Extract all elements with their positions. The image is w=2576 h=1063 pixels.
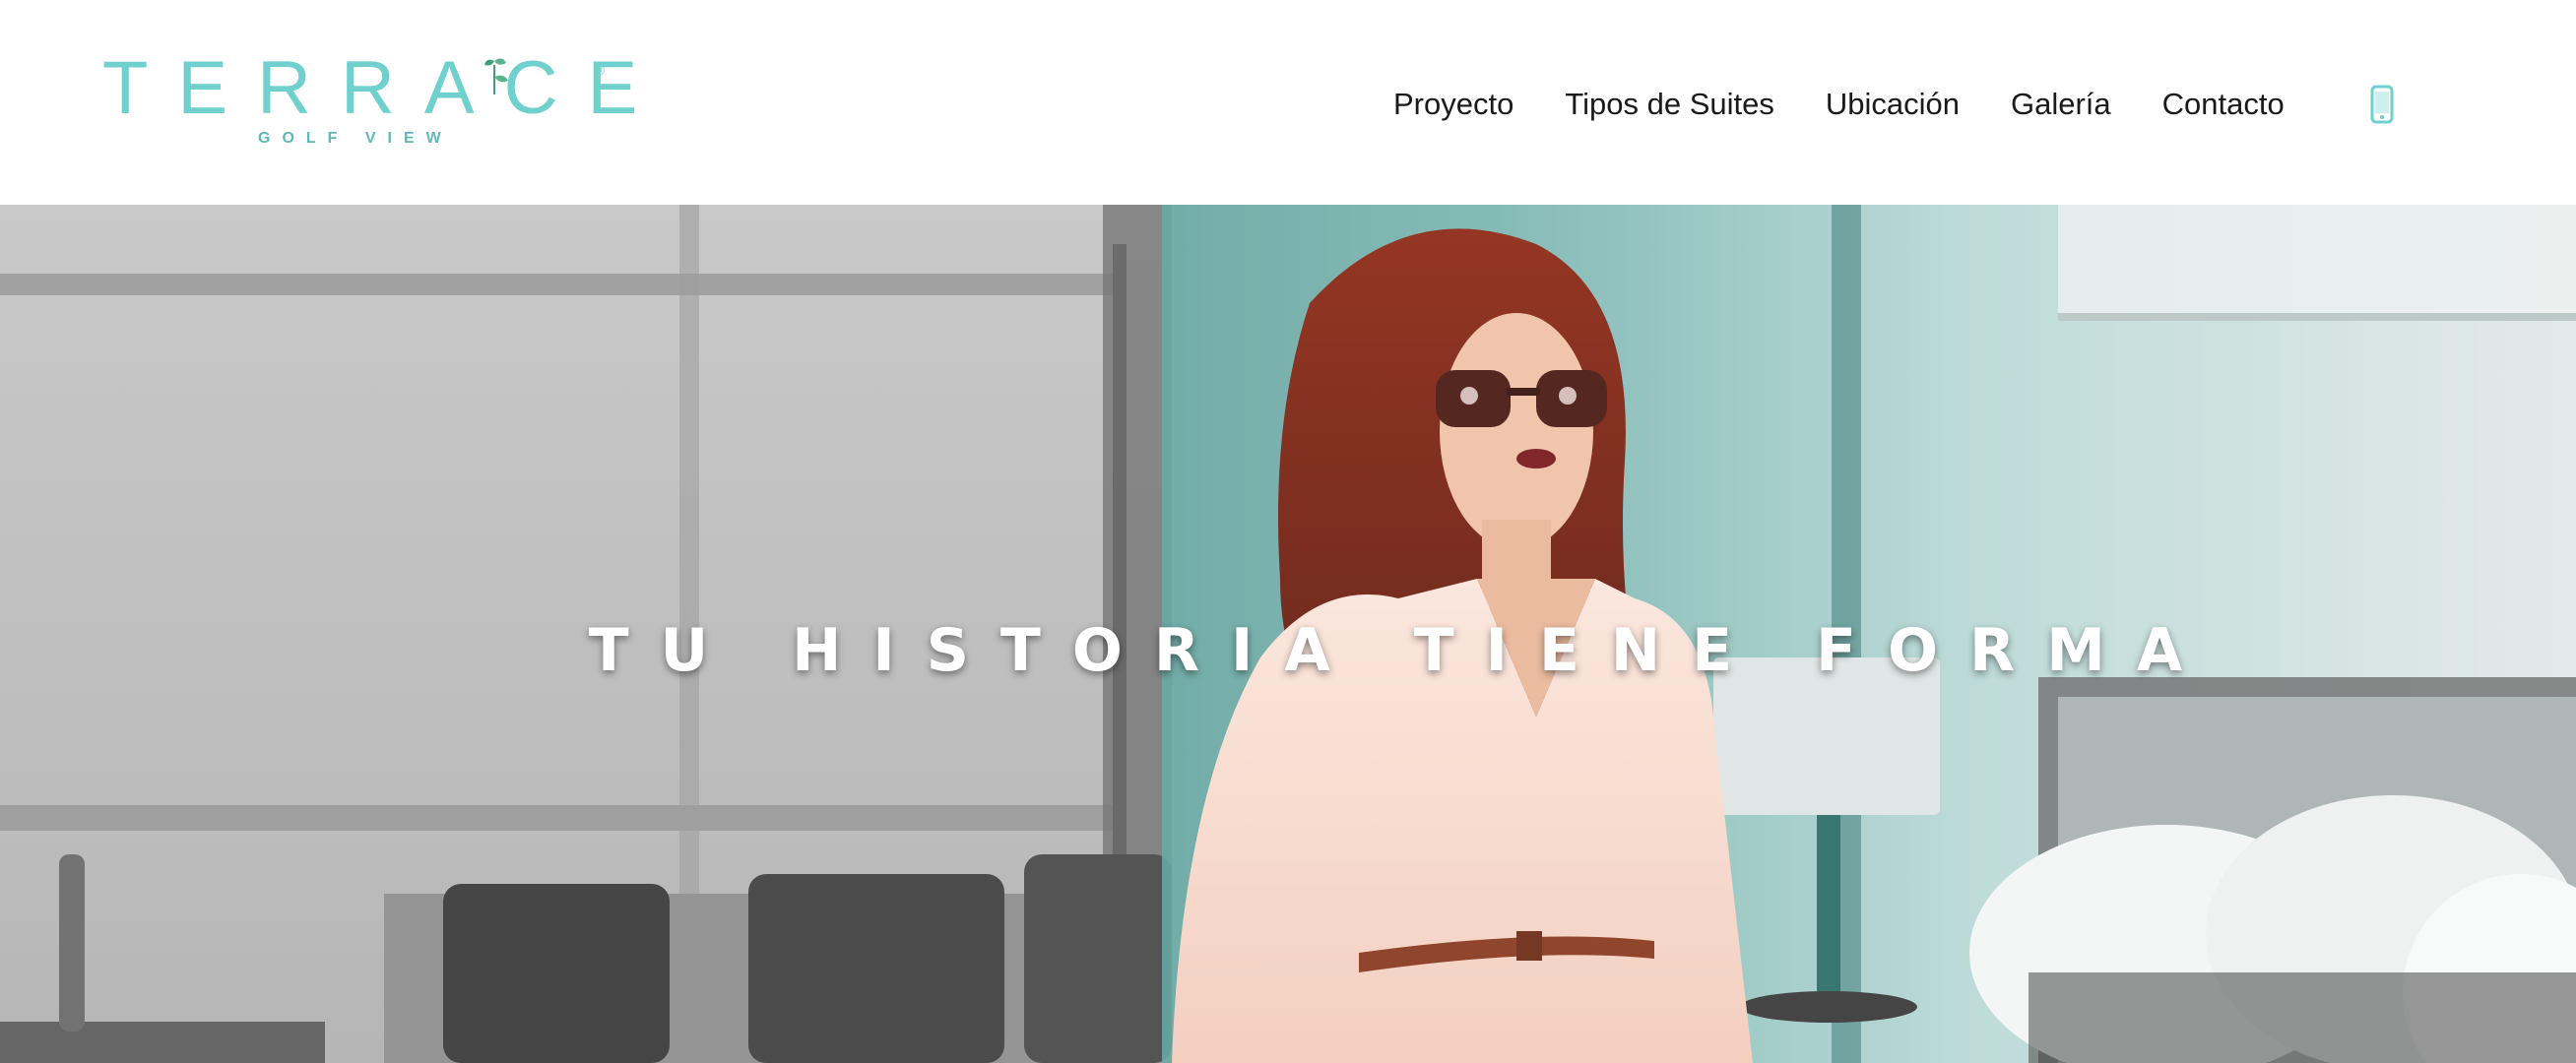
hero-headline: TU HISTORIA TIENE FORMA — [588, 616, 2215, 685]
registered-mark: ® — [595, 62, 606, 78]
mobile-phone-icon[interactable] — [2369, 85, 2395, 124]
logo-wordmark: TERRACE — [102, 46, 668, 130]
nav-item-tipos-de-suites[interactable]: Tipos de Suites — [1565, 83, 1774, 126]
terrace-logo[interactable]: TERRACE ® GOLF VIEW — [102, 51, 637, 150]
logo-subtitle: GOLF VIEW — [258, 130, 453, 147]
hero-banner: TU HISTORIA TIENE FORMA — [0, 205, 2576, 1063]
nav-item-contacto[interactable]: Contacto — [2162, 83, 2285, 126]
leaf-icon — [484, 58, 508, 94]
site-header: TERRACE ® GOLF VIEW Proyecto Tipos de Su… — [0, 0, 2576, 205]
nav-item-proyecto[interactable]: Proyecto — [1393, 83, 1513, 126]
main-nav: Proyecto Tipos de Suites Ubicación Galer… — [1393, 83, 2285, 126]
nav-item-galeria[interactable]: Galería — [2011, 83, 2111, 126]
hero-headline-wrap: TU HISTORIA TIENE FORMA — [0, 616, 2576, 685]
nav-item-ubicacion[interactable]: Ubicación — [1826, 83, 1960, 126]
